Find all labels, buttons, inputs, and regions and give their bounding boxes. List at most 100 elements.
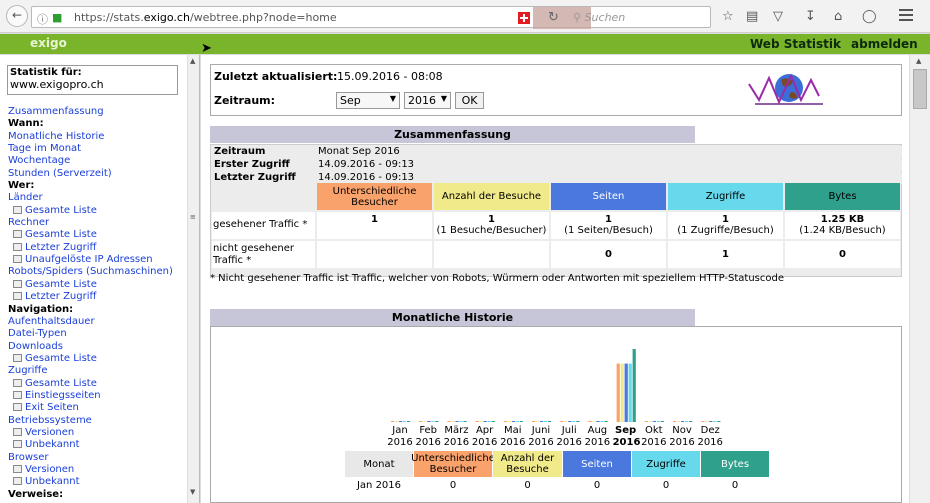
bar-9-5 [632, 349, 636, 422]
sidebar-sublink[interactable]: Unbekannt [8, 476, 188, 488]
sidebar-heading: Wann: [8, 118, 44, 130]
list-icon [13, 242, 22, 251]
tick-label-year: 2016 [471, 437, 498, 448]
sidebar-link[interactable]: Datei-Typen [8, 328, 188, 340]
bar-3-3 [455, 421, 459, 422]
unseen-traffic-cell: 0 [551, 241, 666, 268]
bar-3-1 [447, 421, 451, 422]
bar-4-4 [487, 421, 491, 422]
bar-10-4 [656, 421, 660, 422]
sidebar-heading: Verweise: [8, 488, 64, 500]
sidebar-link[interactable]: Rechner [8, 217, 188, 229]
year-select[interactable]: 2016 ▼ [404, 92, 451, 109]
ok-button[interactable]: OK [455, 92, 484, 109]
bar-4-1 [475, 421, 479, 422]
sidebar-sublink[interactable]: Gesamte Liste [8, 378, 188, 390]
sidebar-link[interactable]: Aufenthaltsdauer [8, 316, 188, 328]
sidebar-link[interactable]: Tage im Monat [8, 143, 188, 155]
summary-column-header: Seiten [551, 183, 666, 210]
unseen-label-cell: nicht gesehener Traffic * [212, 241, 315, 268]
hamburger-menu-icon[interactable] [899, 9, 913, 21]
sidebar-link[interactable]: Zugriffe [8, 365, 188, 377]
site-title: Web Statistik [750, 37, 842, 51]
sidebar-link[interactable]: Browser [8, 452, 188, 464]
sidebar-sublink[interactable]: Unbekannt [8, 439, 188, 451]
sidebar-sublink[interactable]: Gesamte Liste [8, 353, 188, 365]
sidebar-sublink[interactable]: Unaufgelöste IP Adressen [8, 254, 188, 266]
logout-link[interactable]: abmelden [851, 37, 918, 51]
sidebar-sublink[interactable]: Exit Seiten [8, 402, 188, 414]
sidebar-scrollbar[interactable]: ▲ ≡ ▼ [187, 55, 199, 503]
bar-8-4 [600, 421, 604, 422]
tick-label-year: 2016 [641, 437, 667, 448]
list-icon [13, 292, 22, 301]
sidebar-sublink[interactable]: Versionen [8, 464, 188, 476]
home-icon[interactable]: ⌂ [834, 9, 842, 24]
history-cell: 0 [524, 480, 531, 491]
list-icon [13, 477, 22, 486]
sidebar-link[interactable]: Zusammenfassung [8, 106, 188, 118]
bar-5-1 [503, 421, 507, 422]
summary-row: Zeitraum Monat Sep 2016 [212, 146, 902, 158]
history-column-header: Unterschiedliche Besucher [411, 451, 495, 477]
list-icon [13, 427, 22, 436]
tick-label-month: Apr [475, 425, 494, 436]
search-input[interactable]: ⚲ Suchen [573, 11, 625, 24]
history-title: Monatliche Historie [210, 309, 695, 326]
history-column-header: Seiten [563, 451, 631, 477]
sidebar-link[interactable]: Downloads [8, 341, 188, 353]
reading-list-icon[interactable]: ▤ [746, 9, 758, 24]
browser-toolbar: ← ⓘ ■ https://stats.exigo.ch/webtree.php… [0, 0, 930, 33]
summary-title: Zusammenfassung [210, 126, 695, 143]
chat-icon[interactable]: ◯ [862, 9, 877, 24]
summary-column-header: Zugriffe [668, 183, 783, 210]
sidebar-sublink[interactable]: Einstiegsseiten [8, 390, 188, 402]
sidebar-sublink[interactable]: Versionen [8, 427, 188, 439]
bar-2-4 [431, 421, 435, 422]
list-icon [13, 403, 22, 412]
sidebar-link[interactable]: Stunden (Serverzeit) [8, 168, 188, 180]
pocket-icon[interactable]: ▽ [773, 9, 783, 24]
scroll-thumb[interactable] [913, 69, 927, 109]
reload-icon[interactable]: ↻ [548, 10, 559, 25]
list-icon [13, 230, 22, 239]
sidebar-sublink[interactable]: Gesamte Liste [8, 205, 188, 217]
content-scrollbar[interactable]: ▲ [909, 55, 930, 503]
sidebar-sublink[interactable]: Letzter Zugriff [8, 291, 188, 303]
bar-8-1 [588, 421, 592, 422]
scroll-up-icon[interactable]: ▲ [190, 57, 195, 65]
update-panel: Zuletzt aktualisiert: 15.09.2016 - 08:08… [210, 64, 902, 116]
month-select[interactable]: Sep ▼ [336, 92, 400, 109]
bar-8-3 [596, 421, 600, 422]
scroll-up-icon[interactable]: ▲ [916, 57, 921, 65]
summary-header-blank [212, 183, 315, 210]
tick-label-year: 2016 [612, 437, 641, 448]
sidebar-link[interactable]: Wochentage [8, 155, 188, 167]
sidebar-link[interactable]: Länder [8, 192, 188, 204]
bar-10-3 [652, 421, 656, 422]
app-header: exigo ➤ Web Statistik abmelden [0, 34, 930, 56]
bar-5-4 [515, 421, 519, 422]
url-bar[interactable]: ⓘ ■ https://stats.exigo.ch/webtree.php?n… [31, 6, 711, 29]
domain-name: www.exigopro.ch [10, 78, 104, 91]
sidebar-sublink[interactable]: Letzter Zugriff [8, 242, 188, 254]
bar-6-2 [536, 421, 540, 422]
scroll-down-icon[interactable]: ▼ [190, 488, 195, 496]
sidebar-heading: Navigation: [8, 303, 74, 315]
download-icon[interactable]: ↧ [805, 9, 816, 24]
bar-1-2 [395, 421, 399, 422]
sidebar-link[interactable]: Betriebssysteme [8, 415, 188, 427]
sidebar-link[interactable]: Monatliche Historie [8, 131, 188, 143]
back-button[interactable]: ← [6, 5, 28, 27]
bar-4-2 [479, 421, 483, 422]
summary-column-header: Unterschiedliche Besucher [317, 183, 432, 210]
list-icon [13, 279, 22, 288]
seen-traffic-cell: 1 (1 Zugriffe/Besuch) [668, 212, 783, 239]
scroll-grip-icon[interactable]: ≡ [190, 213, 198, 223]
sidebar-sublink[interactable]: Gesamte Liste [8, 229, 188, 241]
sidebar-sublink[interactable]: Gesamte Liste [8, 279, 188, 291]
sidebar-link[interactable]: Robots/Spiders (Suchmaschinen) [8, 266, 188, 278]
tick-label-month: Nov [672, 425, 692, 436]
star-icon[interactable]: ☆ [722, 9, 734, 24]
history-cell: 0 [593, 480, 601, 491]
